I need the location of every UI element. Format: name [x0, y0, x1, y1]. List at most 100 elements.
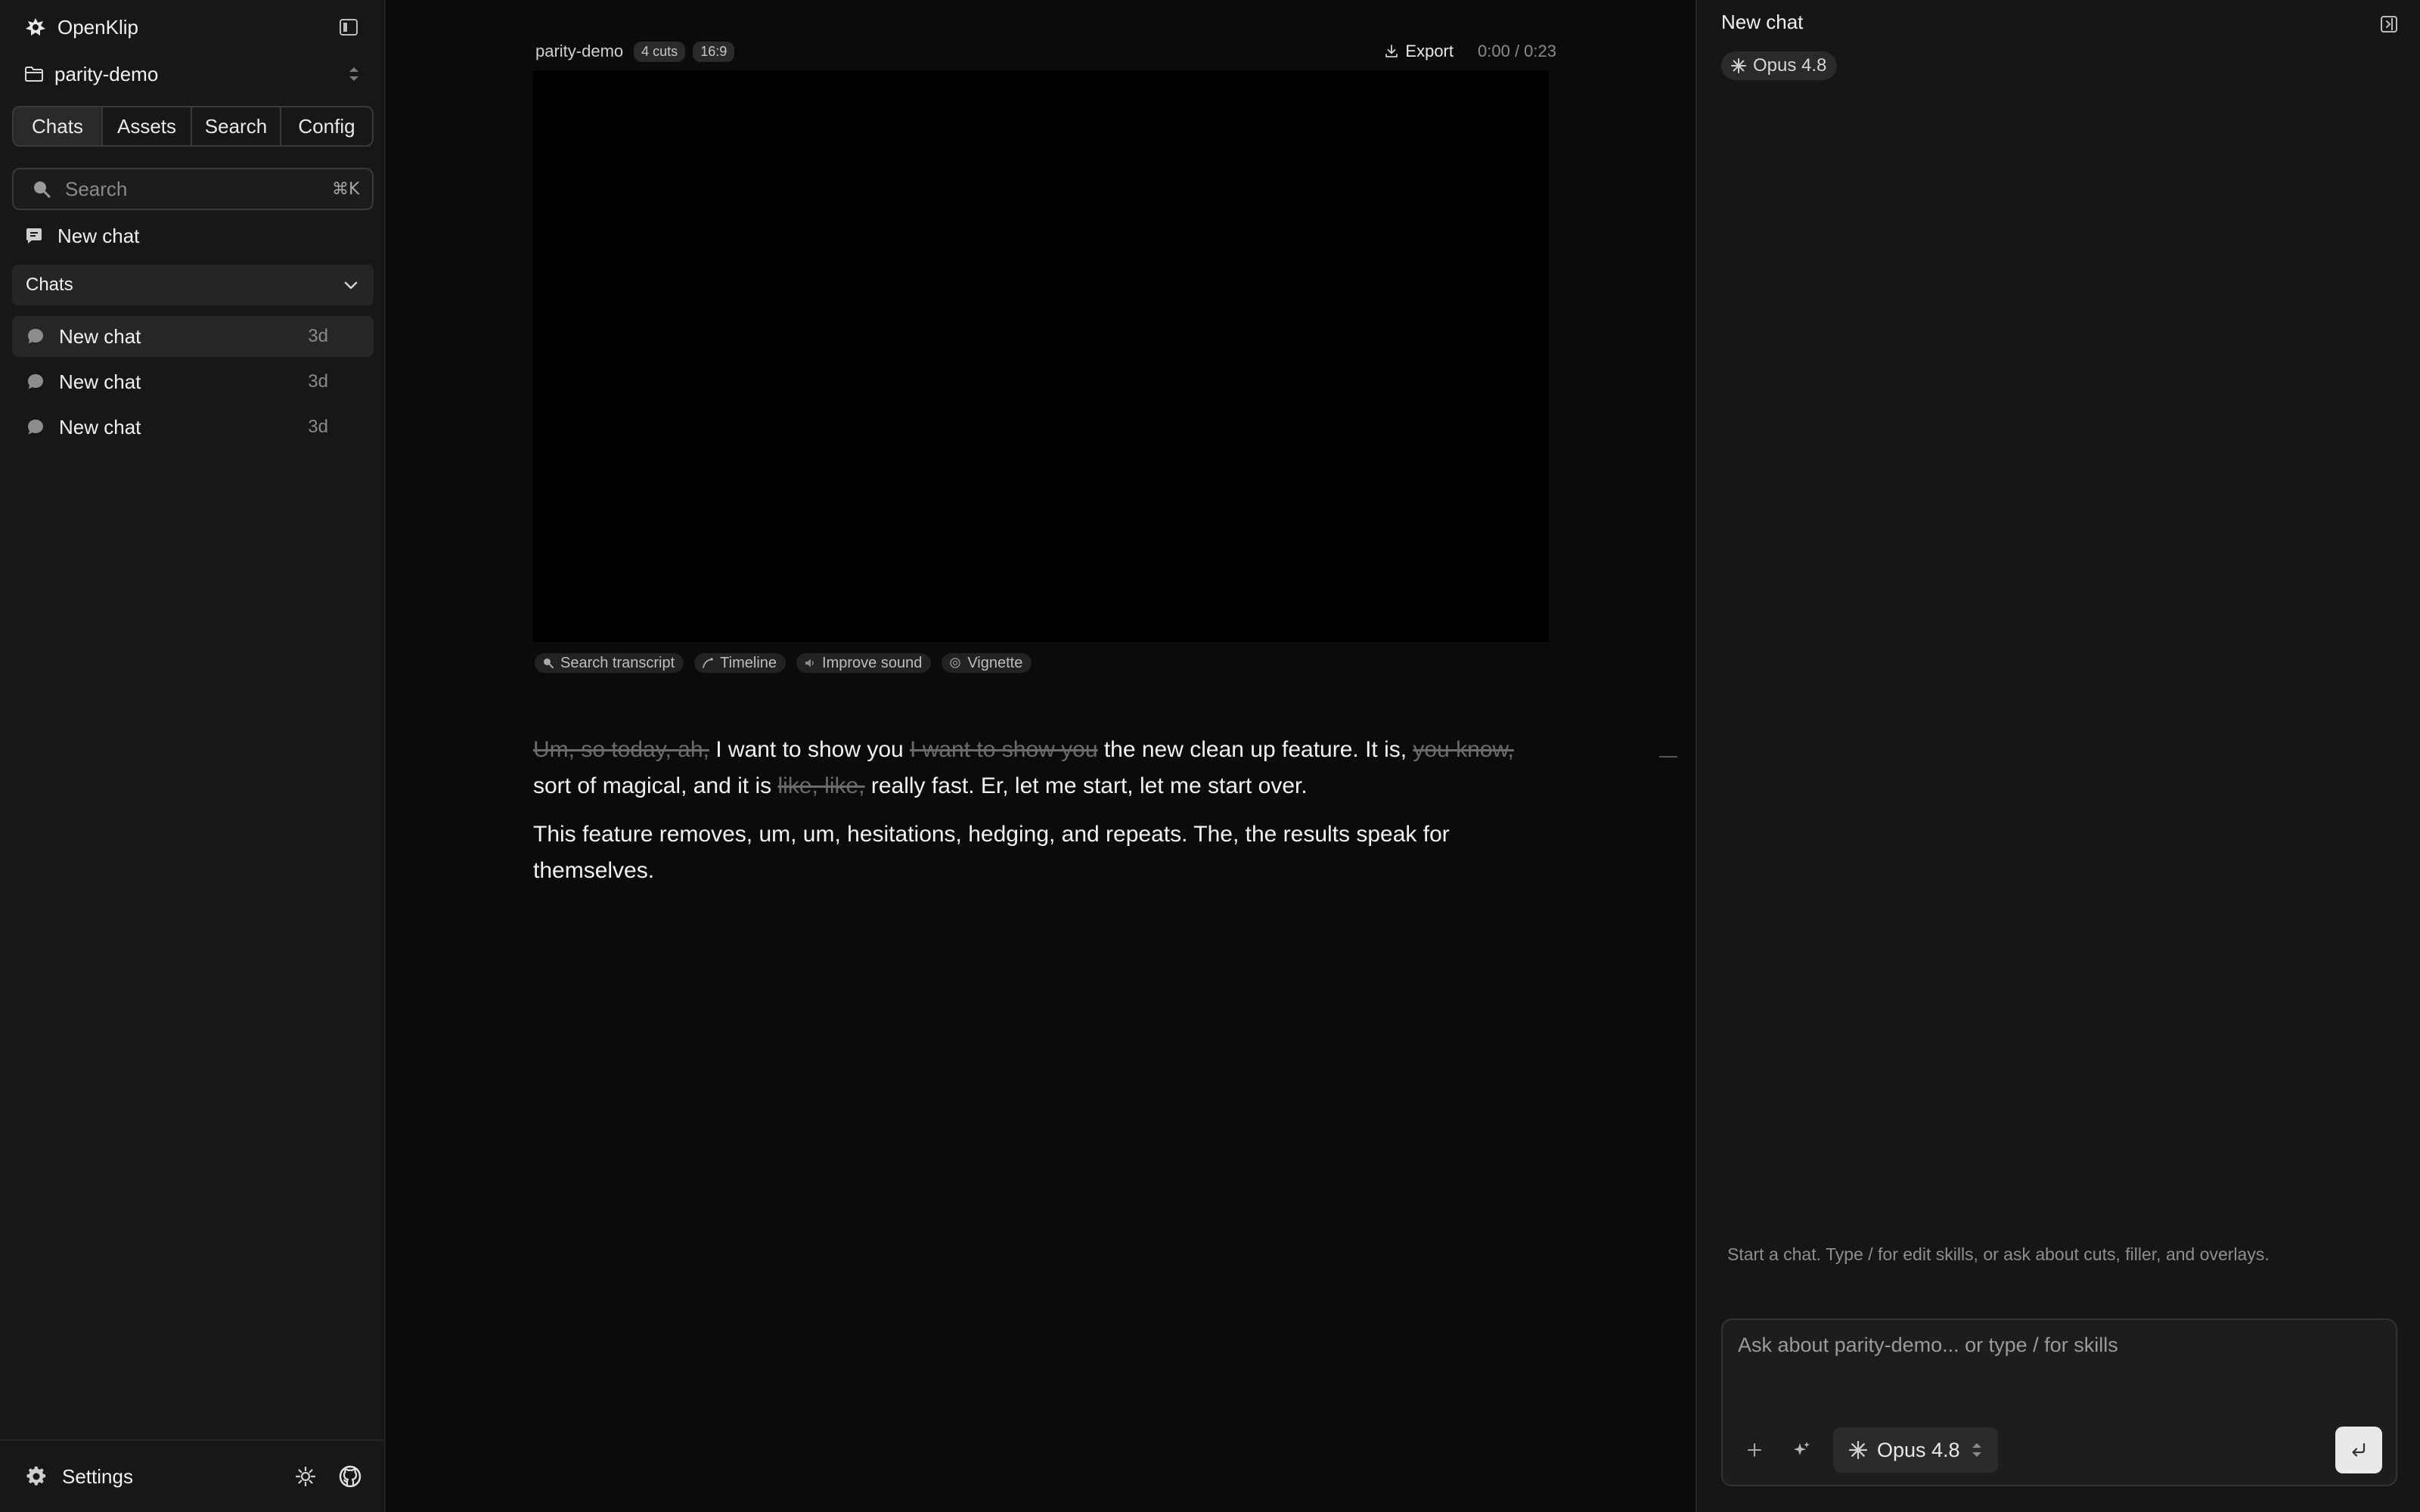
chat-composer: Opus 4.8 [1721, 1318, 2397, 1486]
chat-age: 3d [308, 371, 328, 392]
list-item[interactable]: New chat 3d [12, 407, 374, 448]
openklip-logo-icon [24, 16, 47, 39]
project-switcher[interactable]: parity-demo [24, 60, 361, 88]
search-transcript-button[interactable]: Search transcript [535, 653, 684, 673]
time-separator: / [1509, 42, 1525, 60]
new-chat-label: New chat [57, 224, 140, 247]
chat-bubble-icon [26, 327, 45, 346]
tool-row: Search transcript Timeline Improve sound… [535, 653, 1032, 673]
timeline-icon [702, 657, 714, 669]
editor-project-label: parity-demo [535, 42, 624, 60]
new-chat-button[interactable]: New chat [24, 222, 139, 249]
sparkle-burst-icon [1730, 57, 1747, 74]
chat-list: New chat 3d New chat 3d New chat 3d [12, 316, 374, 452]
chats-section-toggle[interactable]: Chats [12, 265, 374, 305]
timeline-button[interactable]: Timeline [694, 653, 786, 673]
tool-label: Vignette [967, 654, 1023, 671]
updown-chevron-icon [1969, 1439, 1984, 1461]
chat-bubble-icon [26, 417, 45, 437]
folder-icon [24, 66, 44, 82]
minimize-dash-icon[interactable] [1659, 756, 1677, 758]
model-select[interactable]: Opus 4.8 [1833, 1427, 1998, 1473]
new-chat-icon [24, 226, 44, 246]
footer-icons [295, 1465, 361, 1488]
chat-input[interactable] [1738, 1334, 2373, 1394]
toggle-panel-button[interactable] [2378, 14, 2400, 35]
project-name: parity-demo [54, 62, 159, 85]
tab-assets[interactable]: Assets [103, 107, 192, 145]
timecode: 0:00 / 0:23 [1478, 42, 1556, 61]
aspect-ratio-badge[interactable]: 16:9 [693, 41, 735, 62]
list-item[interactable]: New chat 3d [12, 361, 374, 402]
sidebar-tabs: Chats Assets Search Config [12, 106, 374, 147]
video-player[interactable] [533, 70, 1549, 642]
empty-chat-hint: Start a chat. Type / for edit skills, or… [1727, 1244, 2270, 1264]
tool-label: Improve sound [822, 654, 923, 671]
sun-icon[interactable] [295, 1466, 316, 1487]
transcript-text[interactable]: I want to show you [709, 737, 910, 762]
tab-config[interactable]: Config [281, 107, 372, 145]
search-icon [542, 657, 554, 669]
cuts-badge: 4 cuts [634, 41, 686, 62]
vignette-icon [949, 657, 961, 669]
brand: OpenKlip [24, 14, 138, 41]
github-icon[interactable] [339, 1465, 361, 1488]
speaker-icon [804, 657, 816, 669]
app-name: OpenKlip [57, 15, 138, 39]
transcript-text[interactable]: the new clean up feature. It is, [1098, 737, 1413, 762]
chat-title: New chat [59, 370, 141, 393]
tab-search[interactable]: Search [192, 107, 281, 145]
search-icon [32, 179, 51, 199]
cut-word[interactable]: I want to show you [910, 737, 1097, 762]
tab-chats[interactable]: Chats [14, 107, 103, 145]
sidebar-footer: Settings [0, 1439, 384, 1512]
settings-button[interactable]: Settings [26, 1465, 133, 1489]
cut-word[interactable]: you know, [1413, 737, 1513, 762]
list-item[interactable]: New chat 3d [12, 316, 374, 357]
download-icon [1384, 44, 1399, 59]
chat-panel: New chat Opus 4.8 Start a chat. Type / f… [1696, 0, 2420, 1512]
improve-sound-button[interactable]: Improve sound [796, 653, 932, 673]
gear-icon [26, 1466, 47, 1487]
composer-toolbar: Opus 4.8 [1739, 1427, 2382, 1473]
cut-word[interactable]: like, like, [777, 773, 864, 798]
transcript-text[interactable]: really fast. Er, let me start, let me st… [865, 773, 1308, 798]
transcript-paragraph[interactable]: This feature removes, um, um, hesitation… [533, 816, 1550, 889]
section-title: Chats [26, 274, 73, 295]
chat-age: 3d [308, 417, 328, 437]
transcript[interactable]: Um, so today, ah, I want to show you I w… [533, 732, 1550, 901]
export-label: Export [1405, 42, 1454, 60]
export-button[interactable]: Export [1384, 42, 1454, 61]
tool-label: Search transcript [560, 654, 675, 671]
chevron-down-icon [342, 276, 360, 294]
vignette-button[interactable]: Vignette [942, 653, 1032, 673]
chat-age: 3d [308, 326, 328, 346]
model-select-label: Opus 4.8 [1877, 1438, 1960, 1461]
chat-bubble-icon [26, 372, 45, 392]
skills-button[interactable] [1786, 1435, 1817, 1465]
time-total: 0:23 [1524, 42, 1556, 60]
cut-word[interactable]: Um, so today, ah, [533, 737, 709, 762]
chat-panel-title: New chat [1721, 11, 1804, 33]
model-badge: Opus 4.8 [1721, 51, 1838, 80]
chat-title: New chat [59, 415, 141, 438]
transcript-paragraph: Um, so today, ah, I want to show you I w… [533, 732, 1550, 804]
time-current: 0:00 [1478, 42, 1510, 60]
video-header: parity-demo 4 cuts 16:9 Export 0:00 / 0:… [535, 38, 1556, 65]
editor: parity-demo 4 cuts 16:9 Export 0:00 / 0:… [386, 0, 1696, 1512]
sparkle-burst-icon [1848, 1440, 1868, 1460]
search-shortcut: ⌘K [332, 179, 360, 199]
search-input[interactable] [65, 177, 318, 201]
sidebar: OpenKlip parity-demo Chats Assets Search… [0, 0, 386, 1512]
attach-button[interactable] [1739, 1435, 1770, 1465]
settings-label: Settings [62, 1464, 133, 1488]
tool-label: Timeline [720, 654, 777, 671]
enter-icon [2352, 1442, 2366, 1457]
model-badge-label: Opus 4.8 [1753, 55, 1827, 76]
plus-icon [1748, 1443, 1761, 1457]
sidebar-search: ⌘K [12, 168, 374, 210]
updown-chevron-icon[interactable] [346, 64, 361, 84]
collapse-sidebar-button[interactable] [337, 17, 360, 38]
send-button[interactable] [2335, 1427, 2382, 1473]
chat-title: New chat [59, 324, 141, 348]
